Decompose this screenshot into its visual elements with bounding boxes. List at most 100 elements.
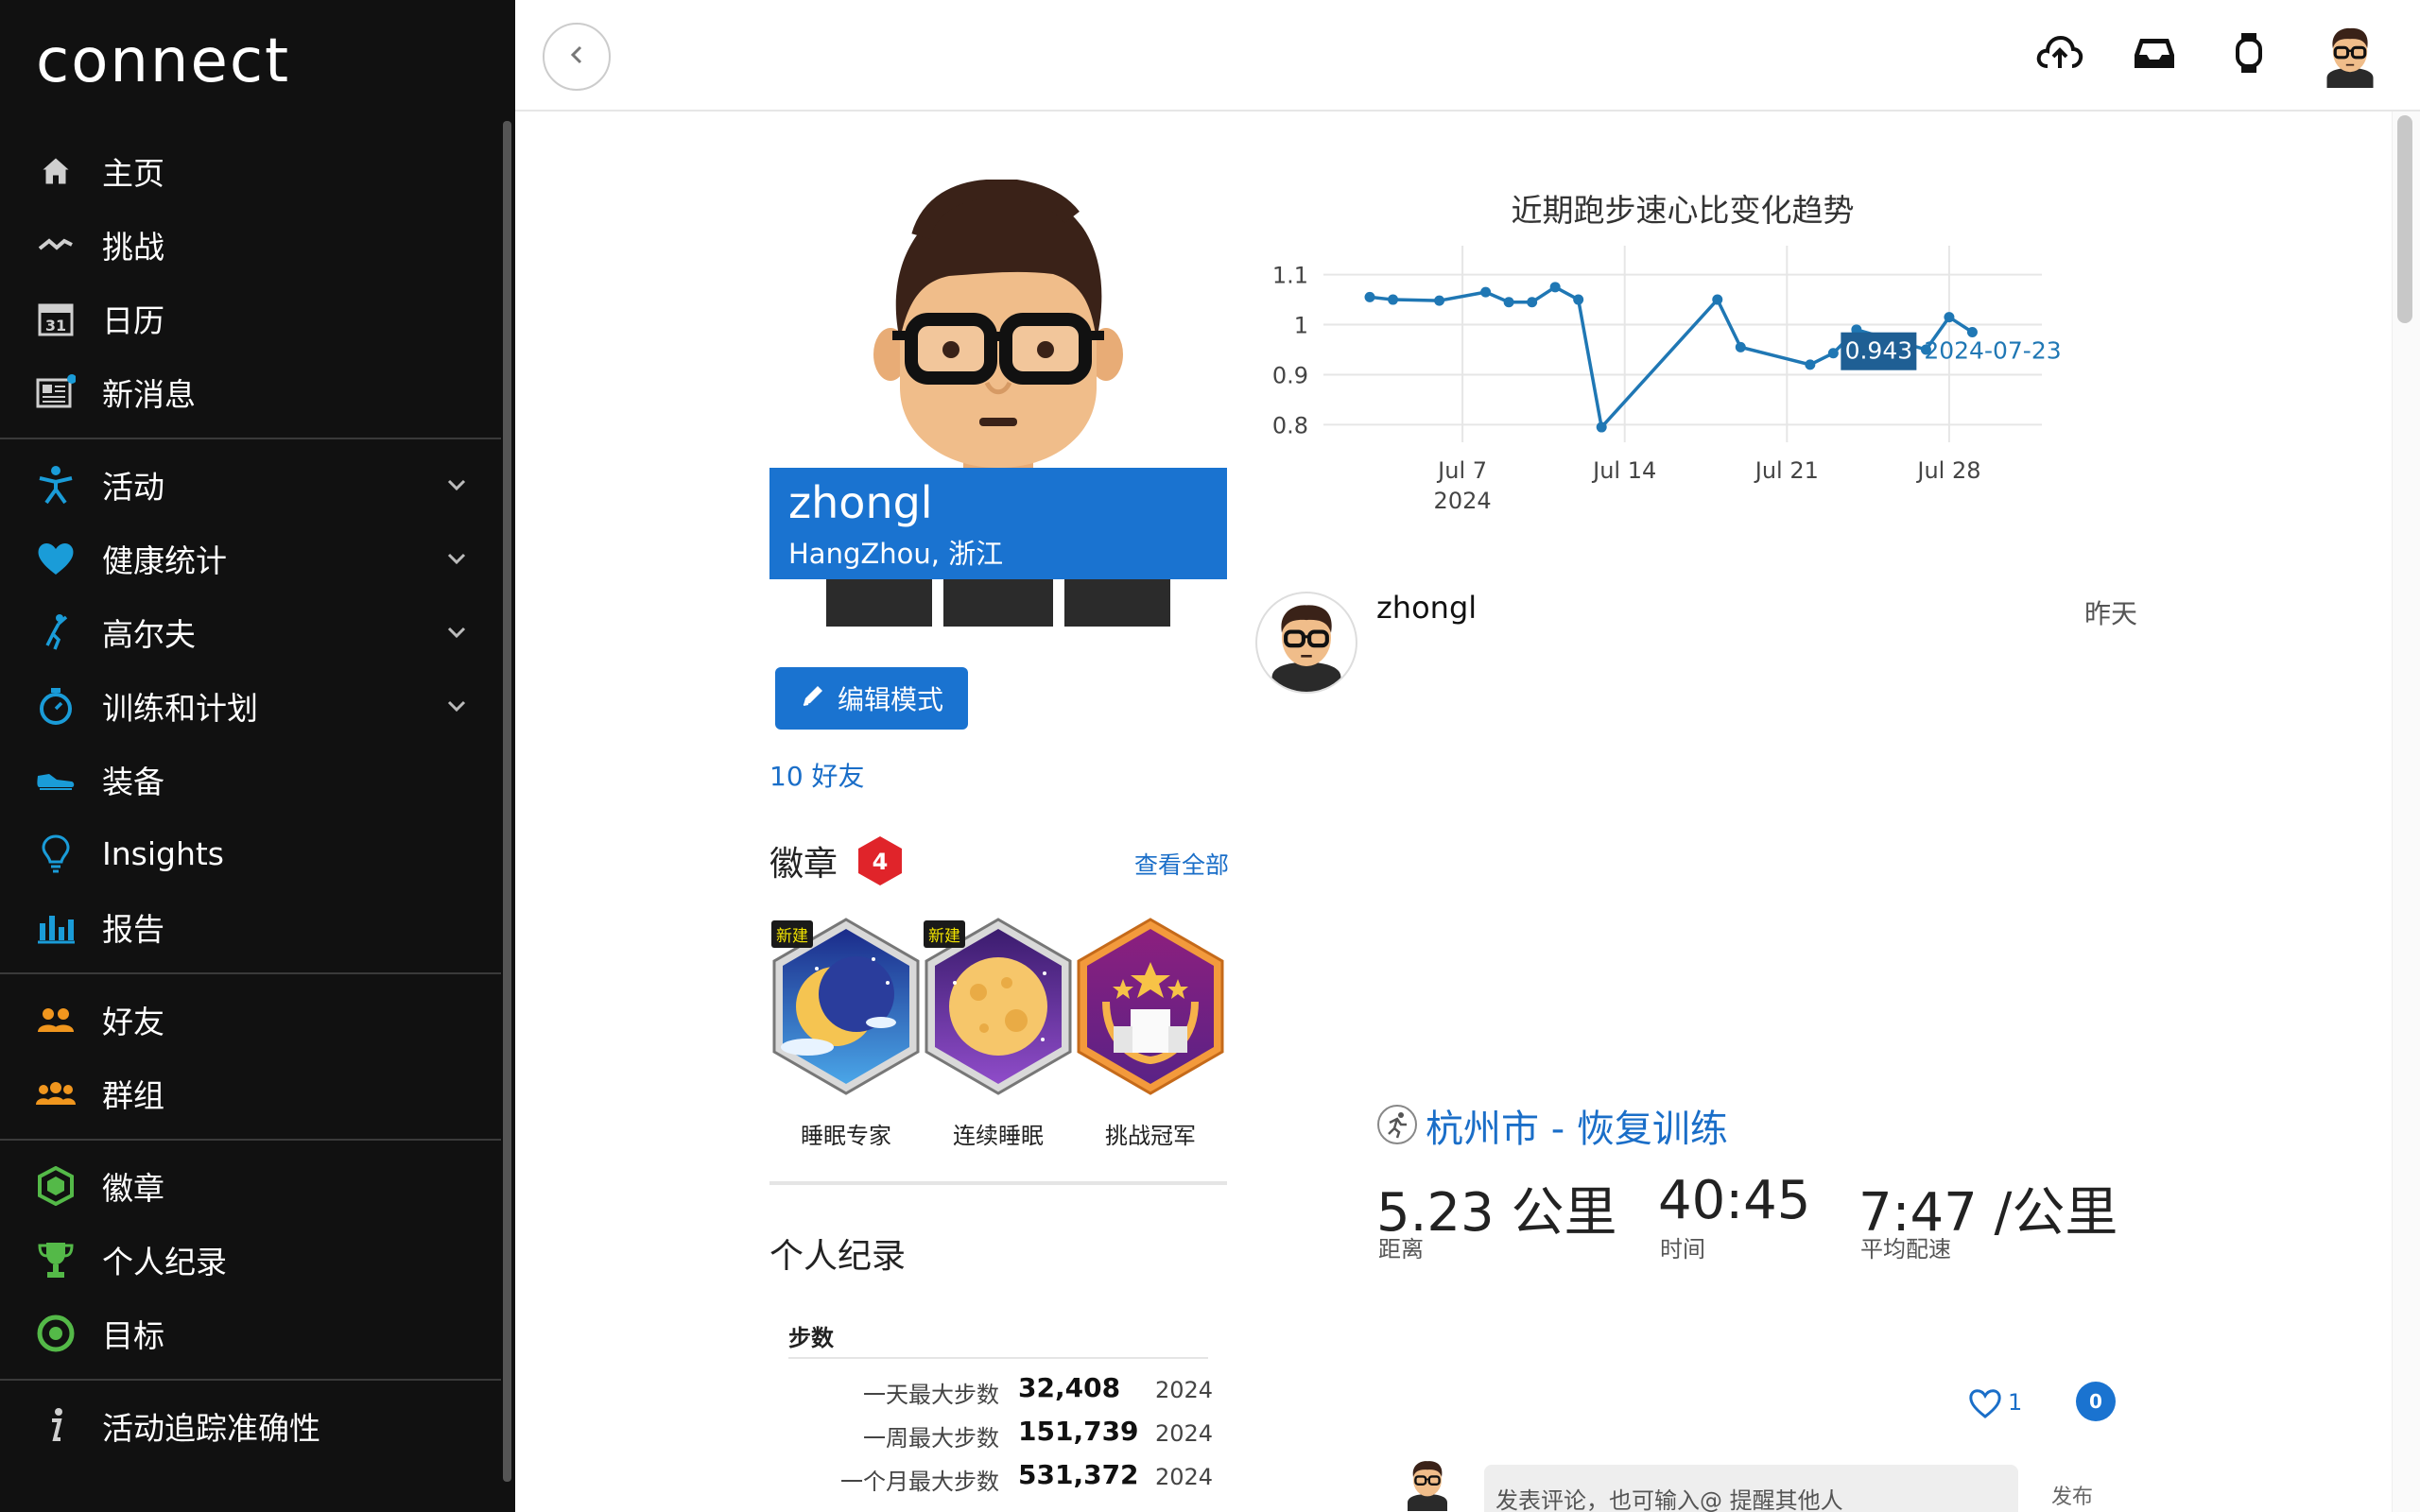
activity-title-link[interactable]: 杭州市 - 恢复训练 <box>1426 1098 1728 1153</box>
sidebar-item-label: 主页 <box>102 155 164 192</box>
sidebar-item-label: 徽章 <box>102 1170 164 1207</box>
friends-icon <box>36 1000 76 1040</box>
sidebar-item-news[interactable]: 新消息 <box>0 355 501 429</box>
data-point <box>1364 291 1375 302</box>
sidebar-item-label: 训练和计划 <box>102 690 258 727</box>
chevron-down-icon <box>444 472 469 497</box>
badge-name: 连续睡眠 <box>953 1123 1044 1149</box>
comment-count-badge[interactable]: 0 <box>2076 1382 2116 1421</box>
activity-user-avatar[interactable] <box>1255 592 1357 694</box>
sidebar-divider <box>0 1379 501 1381</box>
view-all-badges-link[interactable]: 查看全部 <box>1134 847 1229 881</box>
target-icon <box>36 1314 76 1353</box>
stat-distance-label: 距离 <box>1378 1236 1424 1263</box>
sidebar-item-label: 健康统计 <box>102 542 227 579</box>
data-point <box>1712 294 1723 305</box>
record-year: 2024 <box>1155 1420 1214 1447</box>
sidebar-item-label: 目标 <box>102 1317 164 1354</box>
sidebar-item-tracking-accuracy[interactable]: 活动追踪准确性 <box>0 1389 501 1463</box>
home-icon <box>36 151 76 191</box>
profile-name: zhongl <box>788 477 933 528</box>
sidebar-item-training[interactable]: 训练和计划 <box>0 669 501 743</box>
inbox-button[interactable] <box>2128 28 2181 81</box>
back-button[interactable] <box>543 23 611 91</box>
record-label: 一周最大步数 <box>863 1425 999 1452</box>
chart-title: 近期跑步速心比变化趋势 <box>1511 192 1855 229</box>
data-point <box>1388 294 1399 305</box>
sidebar-item-challenges[interactable]: 挑战 <box>0 208 501 282</box>
x-tick-label: Jul 14 <box>1591 457 1656 484</box>
sidebar-item-personal-records[interactable]: 个人纪录 <box>0 1223 501 1297</box>
user-avatar-button[interactable] <box>2317 21 2383 89</box>
sidebar-item-health-stats[interactable]: 健康统计 <box>0 522 501 595</box>
x-tick-label: Jul 7 <box>1436 457 1487 484</box>
sidebar-scrollbar[interactable] <box>503 121 511 1482</box>
record-label: 一个月最大步数 <box>840 1469 999 1495</box>
data-point <box>1503 297 1514 308</box>
badge-challenge-champion[interactable] <box>1074 917 1227 1096</box>
sidebar-item-insights[interactable]: Insights <box>0 816 501 890</box>
sidebar-divider <box>0 972 501 974</box>
data-point <box>1944 312 1955 323</box>
sidebar-item-home[interactable]: 主页 <box>0 134 501 208</box>
badge-name: 挑战冠军 <box>1105 1123 1196 1149</box>
upload-button[interactable] <box>2033 28 2086 81</box>
connect-logo[interactable]: connect <box>36 26 290 96</box>
sidebar-item-golf[interactable]: 高尔夫 <box>0 595 501 669</box>
challenge-icon <box>36 225 76 265</box>
shoe-icon <box>36 760 76 799</box>
badges-count-badge: 4 <box>855 835 906 886</box>
personal-records-title: 个人纪录 <box>769 1237 907 1276</box>
avatar <box>2326 27 2374 88</box>
y-tick-label: 0.8 <box>1272 412 1308 438</box>
data-point <box>1805 359 1816 370</box>
groups-icon <box>36 1074 76 1113</box>
profile-location: HangZhou, 浙江 <box>788 538 1004 570</box>
activity-icon <box>36 465 76 505</box>
sidebar-item-goals[interactable]: 目标 <box>0 1297 501 1370</box>
record-value[interactable]: 151,739 <box>1018 1416 1139 1447</box>
sidebar-item-label: 装备 <box>102 764 164 800</box>
sidebar-item-groups[interactable]: 群组 <box>0 1057 501 1130</box>
sidebar-item-badges[interactable]: 徽章 <box>0 1149 501 1223</box>
activity-user-name[interactable]: zhongl <box>1376 590 1477 626</box>
sidebar: connect 主页 挑战 31 日历 新消息 活动 健康统计 高尔夫 训练和计… <box>0 0 515 1512</box>
sidebar-item-label: 个人纪录 <box>102 1244 227 1280</box>
y-tick-label: 1 <box>1294 313 1308 339</box>
inbox-icon <box>2133 36 2176 74</box>
badge-icon <box>36 1166 76 1206</box>
sidebar-item-label: 好友 <box>102 1004 164 1040</box>
sidebar-item-label: 新消息 <box>102 376 196 413</box>
pace-heart-rate-chart[interactable]: 1.1 1 0.9 0.8 Jul 7 2024 Jul 14 Jul 21 Jul 28 0.9… <box>1257 236 2108 548</box>
sidebar-item-friends[interactable]: 好友 <box>0 983 501 1057</box>
record-value[interactable]: 32,408 <box>1018 1372 1120 1403</box>
x-tick-label: Jul 21 <box>1754 457 1819 484</box>
top-bar <box>515 0 2420 112</box>
post-comment-button[interactable]: 发布 <box>2051 1480 2093 1510</box>
sidebar-item-reports[interactable]: 报告 <box>0 890 501 964</box>
sidebar-item-label: 日历 <box>102 302 164 339</box>
sidebar-item-activities[interactable]: 活动 <box>0 448 501 522</box>
like-heart-icon[interactable] <box>1968 1387 2002 1419</box>
sidebar-item-calendar[interactable]: 31 日历 <box>0 282 501 355</box>
data-point <box>1549 282 1561 293</box>
news-icon <box>36 372 76 412</box>
steps-header: 步数 <box>788 1325 834 1351</box>
badges-title: 徽章 <box>769 845 838 884</box>
comment-input[interactable]: 发表评论，也可输入@ 提醒其他人 <box>1484 1465 2018 1512</box>
device-button[interactable] <box>2222 28 2275 81</box>
steps-divider <box>788 1357 1208 1359</box>
friends-count-link[interactable]: 10 好友 <box>769 756 865 794</box>
record-label: 一天最大步数 <box>863 1382 999 1408</box>
edit-mode-button[interactable]: 编辑模式 <box>775 667 968 730</box>
sidebar-item-gear[interactable]: 装备 <box>0 743 501 816</box>
x-tick-label: 2024 <box>1434 488 1492 514</box>
main-scrollbar-thumb[interactable] <box>2397 115 2412 323</box>
watch-icon <box>2235 32 2263 77</box>
data-point <box>1527 297 1538 308</box>
x-tick-label: Jul 28 <box>1915 457 1980 484</box>
calendar-icon: 31 <box>36 299 76 338</box>
record-value[interactable]: 531,372 <box>1018 1459 1139 1490</box>
record-year: 2024 <box>1155 1464 1214 1490</box>
chevron-down-icon <box>444 546 469 571</box>
